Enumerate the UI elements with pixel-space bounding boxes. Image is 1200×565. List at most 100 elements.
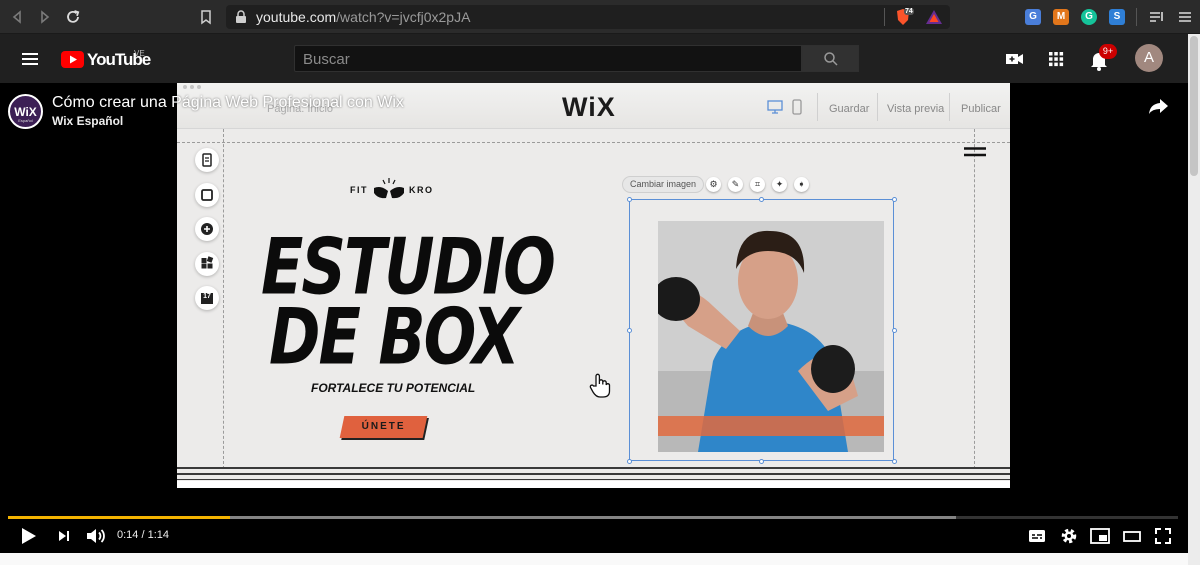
youtube-play-logo-icon [61, 51, 84, 68]
page-below-player [0, 553, 1188, 565]
youtube-logo[interactable]: YouTube VE [61, 49, 161, 70]
apps-grid-icon[interactable] [1045, 48, 1067, 70]
address-bar[interactable]: youtube.com/watch?v=jvcfj0x2pJA [226, 5, 950, 29]
reload-icon[interactable] [62, 6, 84, 28]
site-menu-icon [964, 144, 986, 157]
translate-extension-icon[interactable]: G [1025, 9, 1041, 25]
fullscreen-icon [1155, 528, 1171, 544]
forward-icon[interactable] [34, 6, 56, 28]
volume-icon [87, 529, 105, 543]
edit-pen-icon: ✎ [728, 177, 743, 192]
search-icon [824, 52, 838, 66]
search-input[interactable] [303, 50, 783, 68]
settings-gear-icon: ⚙ [706, 177, 721, 192]
country-code: VE [134, 49, 145, 58]
video-title[interactable]: Cómo crear una Página Web Profesional co… [52, 94, 404, 112]
toolbar-divider [884, 8, 885, 26]
menu-icon[interactable] [19, 48, 41, 70]
mobile-view-icon [792, 99, 802, 115]
editor-publish-tab: Publicar [961, 103, 1001, 115]
play-icon [22, 528, 36, 544]
channel-avatar-text: WiX [14, 105, 37, 119]
wix-logo: WiX [562, 92, 616, 122]
image-selection-frame [629, 199, 894, 461]
crop-icon: ⌗ [750, 177, 765, 192]
search-box [294, 45, 802, 72]
miniplayer-button[interactable] [1088, 524, 1112, 548]
next-button[interactable] [52, 524, 76, 548]
layout-guide [223, 129, 224, 469]
video-frame: Página: Inicio WiX Guardar Vista previa … [177, 83, 1010, 488]
play-button[interactable] [16, 524, 40, 548]
theater-mode-icon [1123, 531, 1141, 542]
resize-handle [627, 459, 632, 464]
brave-shield-icon[interactable]: 74 [895, 8, 915, 26]
channel-avatar[interactable]: WiX Español [8, 94, 43, 129]
scrollbar-thumb[interactable] [1190, 36, 1198, 176]
add-element-icon [195, 217, 219, 241]
toolbar-divider [1136, 8, 1137, 26]
resize-handle [892, 197, 897, 202]
rope-line [177, 467, 1010, 469]
browser-menu-icon[interactable] [1176, 9, 1194, 25]
metamask-extension-icon[interactable]: M [1053, 9, 1069, 25]
background-tool-icon [195, 183, 219, 207]
browser-toolbar: youtube.com/watch?v=jvcfj0x2pJA 74 G M G… [0, 0, 1200, 34]
grammarly-extension-icon[interactable]: G [1081, 9, 1097, 25]
brand-left-text: FIT [350, 185, 368, 195]
next-icon [59, 531, 69, 541]
back-icon[interactable] [6, 6, 28, 28]
headline-line-2: DE BOX [269, 291, 520, 383]
channel-name[interactable]: Wix Español [52, 114, 123, 128]
resize-handle [759, 459, 764, 464]
image-toolbar: Cambiar imagen ⚙ ✎ ⌗ ✦ ➧ [622, 176, 809, 194]
miniplayer-icon [1090, 528, 1110, 544]
join-cta-label: ÚNETE [361, 421, 406, 432]
pages-tool-icon [195, 148, 219, 172]
brave-rewards-icon[interactable] [925, 9, 943, 25]
time-display: 0:14 / 1:14 [117, 529, 169, 541]
playlist-icon[interactable] [1148, 9, 1166, 25]
channel-avatar-subtext: Español [18, 118, 33, 123]
s-extension-icon[interactable]: S [1109, 9, 1125, 25]
subtitles-icon [1029, 530, 1045, 542]
settings-button[interactable] [1057, 524, 1081, 548]
animation-icon: ➧ [794, 177, 809, 192]
tagline: FORTALECE TU POTENCIAL [311, 381, 476, 395]
account-avatar[interactable]: A [1135, 44, 1163, 72]
url-text: youtube.com/watch?v=jvcfj0x2pJA [256, 9, 471, 25]
layout-guide [974, 129, 975, 469]
create-video-icon[interactable] [1003, 48, 1025, 70]
share-icon[interactable] [1147, 95, 1169, 117]
window-dots [183, 85, 205, 90]
calendar-tool-icon: 17 [195, 286, 219, 310]
search-button[interactable] [802, 45, 859, 72]
calendar-tool-number: 17 [203, 293, 211, 300]
resize-handle [892, 328, 897, 333]
site-brand-logo: FIT KRO [350, 176, 432, 202]
editor-preview-tab: Vista previa [887, 103, 945, 115]
fullscreen-button[interactable] [1151, 524, 1175, 548]
editor-save-tab: Guardar [829, 103, 870, 115]
progress-played [8, 516, 231, 519]
rope-line [177, 479, 1010, 480]
brand-right-text: KRO [409, 185, 434, 195]
join-cta-button: ÚNETE [339, 416, 428, 438]
resize-handle [892, 459, 897, 464]
desktop-view-icon [767, 100, 783, 114]
lock-icon [236, 10, 246, 23]
progress-bar[interactable] [8, 516, 1178, 519]
settings-gear-icon [1061, 528, 1077, 544]
resize-handle [759, 197, 764, 202]
rope-line [177, 473, 1010, 475]
theater-mode-button[interactable] [1120, 524, 1144, 548]
resize-handle [627, 197, 632, 202]
magic-wand-icon: ✦ [772, 177, 787, 192]
notification-count-badge: 9+ [1099, 44, 1117, 59]
frame-bottom-strip [177, 481, 1010, 488]
change-image-button: Cambiar imagen [622, 176, 705, 193]
layout-guide [177, 142, 1010, 143]
volume-button[interactable] [84, 524, 108, 548]
subtitles-button[interactable] [1025, 524, 1049, 548]
bookmark-icon[interactable] [195, 6, 217, 28]
